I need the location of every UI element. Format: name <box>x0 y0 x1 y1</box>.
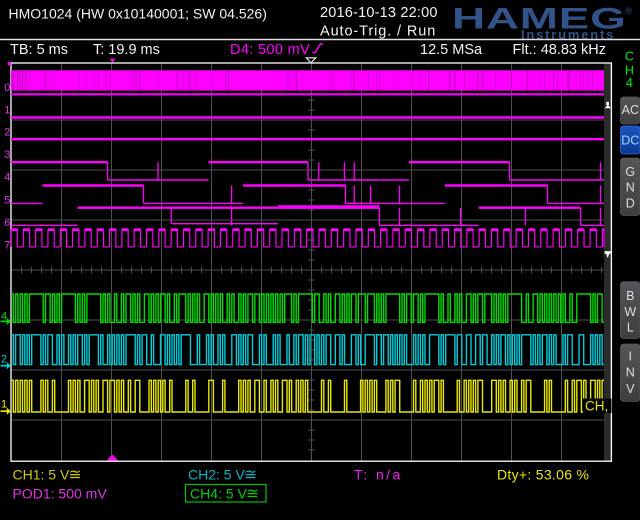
svg-text:D4: 500 mV: D4: 500 mV <box>230 42 310 58</box>
svg-text:Flt.: 48.83 kHz: Flt.: 48.83 kHz <box>513 42 606 58</box>
svg-text:W: W <box>624 305 636 319</box>
svg-text:B: B <box>626 289 634 303</box>
svg-text:TB: 5 ms: TB: 5 ms <box>10 42 68 58</box>
svg-text:H: H <box>625 63 634 77</box>
svg-text:4: 4 <box>626 76 633 90</box>
svg-text:CH1: 5 V: CH1: 5 V <box>13 467 70 483</box>
svg-text:≅: ≅ <box>69 467 82 484</box>
svg-text:®: ® <box>626 6 633 16</box>
svg-text:CH,: CH, <box>585 399 608 414</box>
svg-text:D: D <box>626 196 635 210</box>
svg-text:N: N <box>626 181 635 195</box>
svg-text:2: 2 <box>1 354 7 366</box>
svg-text:L: L <box>627 320 634 334</box>
svg-text:2016-10-13 22:00: 2016-10-13 22:00 <box>320 5 438 21</box>
svg-text:DC: DC <box>621 133 639 147</box>
svg-text:CH4: 5 V: CH4: 5 V <box>190 486 247 502</box>
svg-text:Dty+: 53.06 %: Dty+: 53.06 % <box>497 467 589 483</box>
svg-text:7: 7 <box>4 239 10 251</box>
svg-text:N: N <box>626 366 635 380</box>
svg-text:V: V <box>626 382 635 396</box>
svg-text:AC: AC <box>622 103 639 117</box>
svg-text:12.5 MSa: 12.5 MSa <box>420 42 483 58</box>
svg-text:T: n/a: T: n/a <box>354 467 403 483</box>
svg-text:CH2: 5 V: CH2: 5 V <box>188 467 245 483</box>
svg-text:4: 4 <box>4 172 10 184</box>
svg-text:1: 1 <box>1 399 7 411</box>
svg-text:6: 6 <box>4 217 10 229</box>
svg-text:≅: ≅ <box>244 467 257 484</box>
svg-text:T: 19.9 ms: T: 19.9 ms <box>93 42 160 58</box>
svg-text:≅: ≅ <box>246 486 259 503</box>
svg-text:G: G <box>625 165 635 179</box>
svg-text:Auto-Trig. / Run: Auto-Trig. / Run <box>320 24 436 40</box>
svg-text:C: C <box>625 50 634 64</box>
svg-text:0: 0 <box>4 82 10 94</box>
svg-text:5: 5 <box>4 195 10 207</box>
svg-text:POD1: 500 mV: POD1: 500 mV <box>13 486 108 502</box>
svg-text:HMO1024 (HW 0x10140001; SW 04.: HMO1024 (HW 0x10140001; SW 04.526) <box>9 6 267 22</box>
svg-text:2: 2 <box>4 127 10 139</box>
svg-text:1: 1 <box>4 105 10 117</box>
svg-text:I: I <box>629 350 632 364</box>
svg-text:3: 3 <box>4 149 10 161</box>
